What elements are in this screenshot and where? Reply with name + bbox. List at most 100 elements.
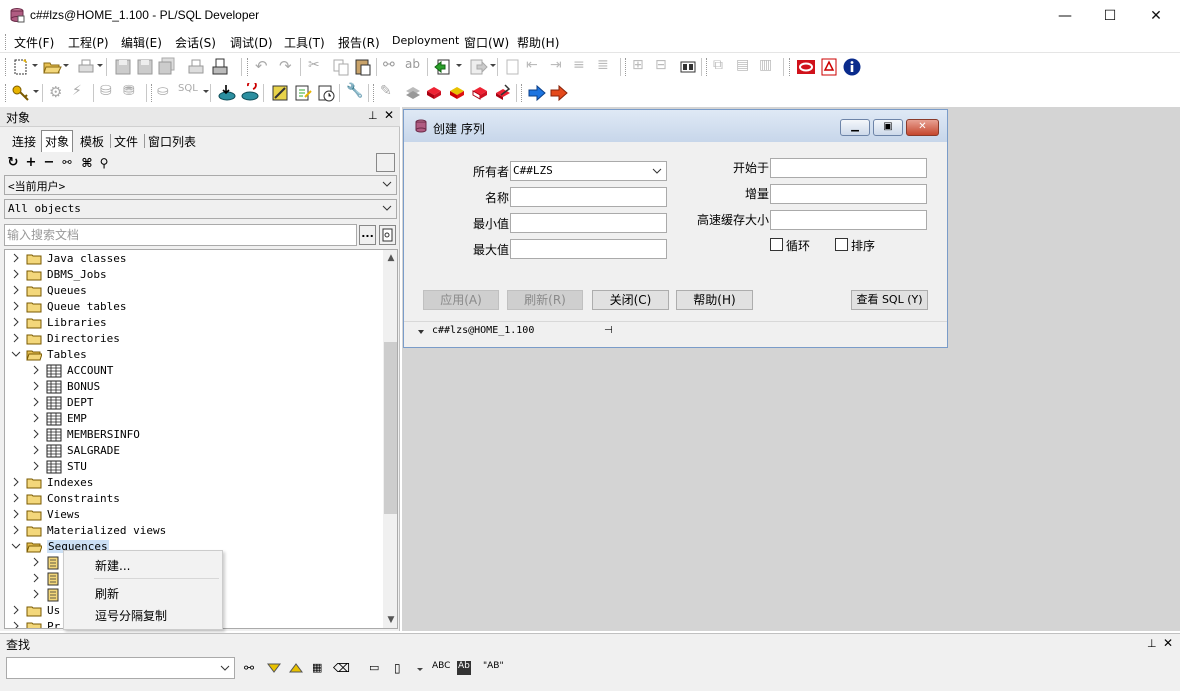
chevron-right-icon[interactable] (11, 317, 21, 327)
menu-project[interactable]: 工程(P) (68, 34, 109, 51)
chevron-right-icon[interactable] (11, 333, 21, 343)
menu-help[interactable]: 帮助(H) (517, 34, 559, 51)
find-replace-icon[interactable]: ab (405, 57, 425, 77)
sql-dropdown-arrow[interactable] (203, 90, 209, 93)
yellow-red-book-icon[interactable] (447, 83, 467, 103)
close-window-button[interactable]: ✕ (1133, 0, 1179, 31)
expand-all-icon[interactable]: + (24, 156, 38, 170)
chevron-right-icon[interactable] (11, 285, 21, 295)
dialog-close-button[interactable]: ✕ (906, 119, 939, 136)
chevron-right-icon[interactable] (31, 445, 41, 455)
close-dialog-button[interactable]: 关闭(C) (592, 290, 669, 310)
max-value-field[interactable] (510, 239, 667, 259)
edit-note-icon[interactable] (293, 83, 313, 103)
new-dropdown-arrow[interactable] (32, 64, 38, 67)
chevron-right-icon[interactable] (31, 365, 41, 375)
red-white-book-icon[interactable] (470, 83, 490, 103)
chevron-right-icon[interactable] (31, 429, 41, 439)
clear-eraser-icon[interactable]: ⌫ (333, 661, 350, 675)
oracle-icon[interactable] (796, 57, 816, 77)
rollback-icon[interactable]: ⛃ (123, 83, 143, 103)
user-filter-combo[interactable]: <当前用户> (4, 175, 397, 195)
open-dropdown-arrow[interactable] (63, 64, 69, 67)
wrench-icon[interactable]: 🔧 (346, 83, 366, 103)
chevron-right-icon[interactable] (11, 525, 21, 535)
chevron-down-icon[interactable] (11, 541, 21, 551)
chevron-right-icon[interactable] (11, 509, 21, 519)
menu-window[interactable]: 窗口(W) (464, 34, 509, 51)
order-checkbox[interactable] (835, 238, 848, 251)
context-copy-comma-item[interactable]: 逗号分隔复制 (95, 607, 167, 624)
find-binoculars-icon[interactable]: ⚯ (244, 661, 254, 675)
compile-icon[interactable]: ⊞ (632, 57, 652, 77)
menu-debug[interactable]: 调试(D) (230, 34, 273, 51)
window-tile-h-icon[interactable]: ▤ (736, 57, 756, 77)
minimize-button[interactable]: — (1042, 0, 1088, 31)
arrow-right-red-icon[interactable] (549, 83, 569, 103)
chevron-down-icon[interactable] (11, 349, 21, 359)
chevron-right-icon[interactable] (31, 573, 41, 583)
settings-gear-icon[interactable]: ⚙ (49, 83, 69, 103)
doc-icon[interactable] (503, 57, 523, 77)
chevron-right-icon[interactable] (31, 557, 41, 567)
commit-icon[interactable]: ⛁ (100, 83, 120, 103)
cache-size-field[interactable] (770, 210, 927, 230)
name-field[interactable] (510, 187, 667, 207)
tree-scrollbar[interactable]: ▲ ▼ (383, 250, 397, 628)
min-value-field[interactable] (510, 213, 667, 233)
search-options-button[interactable]: ... (359, 225, 376, 245)
logon-dropdown-arrow[interactable] (33, 90, 39, 93)
search-doc-button[interactable] (379, 225, 396, 245)
status-pin-icon[interactable]: ⊣ (604, 325, 613, 336)
chevron-right-icon[interactable] (31, 397, 41, 407)
indent-icon[interactable]: ⇤ (526, 57, 546, 77)
dialog-minimize-button[interactable]: ▁ (840, 119, 870, 136)
context-new-item[interactable]: 新建... (95, 557, 130, 574)
find-previous-icon[interactable] (289, 661, 303, 675)
info-icon[interactable] (842, 57, 862, 77)
save-icon[interactable] (113, 57, 133, 77)
tools-icon[interactable] (270, 83, 290, 103)
pin-icon[interactable]: ⊥ (368, 109, 378, 122)
object-search-input[interactable] (7, 227, 353, 243)
print-icon[interactable] (76, 57, 96, 77)
menu-tools[interactable]: 工具(T) (284, 34, 325, 51)
chevron-right-icon[interactable] (11, 621, 21, 629)
break-icon[interactable]: ⚡ (72, 83, 92, 103)
chevron-right-icon[interactable] (31, 413, 41, 423)
match-case-toggle[interactable]: ABC (432, 661, 450, 675)
view-sql-button[interactable]: 查看 SQL (Y) (851, 290, 928, 310)
save-all-icon[interactable] (157, 57, 177, 77)
window-cascade-icon[interactable]: ⧉ (713, 57, 733, 77)
red-book-icon[interactable] (424, 83, 444, 103)
chevron-right-icon[interactable] (31, 461, 41, 471)
close-panel-icon[interactable]: ✕ (384, 108, 394, 122)
save-as-icon[interactable] (135, 57, 155, 77)
tab-connection[interactable]: 连接 (9, 131, 39, 151)
filter-edit-icon[interactable]: ⚲ (97, 156, 111, 170)
find-in-doc-icon[interactable]: ▯ (394, 661, 401, 675)
tab-files[interactable]: 文件 (111, 131, 141, 151)
db-connect-icon[interactable] (217, 83, 237, 103)
chevron-right-icon[interactable] (11, 269, 21, 279)
key-logon-icon[interactable] (11, 83, 31, 103)
help-button[interactable]: 帮助(H) (676, 290, 753, 310)
find-object-icon[interactable]: ⚯ (60, 156, 74, 170)
collapse-all-icon[interactable]: − (42, 156, 56, 170)
chevron-right-icon[interactable] (31, 381, 41, 391)
dialog-restore-button[interactable]: ▣ (873, 119, 903, 136)
chevron-right-icon[interactable] (11, 493, 21, 503)
schedule-icon[interactable] (316, 83, 336, 103)
compile-all-icon[interactable]: ⊟ (655, 57, 675, 77)
page-setup-icon[interactable] (210, 57, 230, 77)
cut-icon[interactable]: ✂ (308, 57, 328, 77)
object-type-combo[interactable]: All objects (4, 199, 397, 219)
paste-icon[interactable] (353, 57, 373, 77)
sql-icon[interactable]: SQL (178, 83, 198, 103)
debug-icon[interactable]: ✎ (380, 83, 400, 103)
scroll-thumb[interactable] (384, 342, 397, 514)
maximize-button[interactable]: ☐ (1087, 0, 1133, 31)
filter-icon[interactable]: ⌘ (80, 156, 94, 170)
find-binoculars-icon[interactable]: ⚯ (383, 57, 403, 77)
tab-window-list[interactable]: 窗口列表 (145, 131, 199, 151)
